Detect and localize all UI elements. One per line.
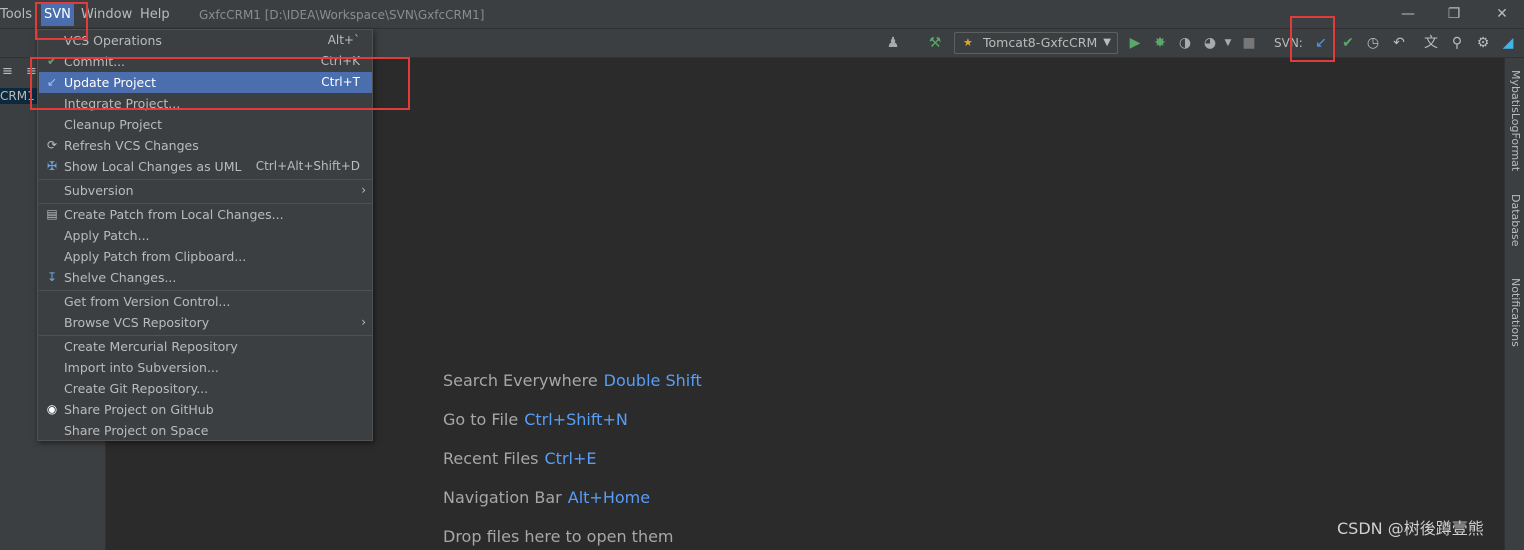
tomcat-icon: ★ [963, 36, 973, 49]
hint-search-everywhere: Search Everywhere Double Shift [443, 371, 702, 390]
run-config-select[interactable]: ★ Tomcat8-GxfcCRM ▼ [954, 32, 1118, 54]
menu-item-show-local-changes-uml[interactable]: ✠ Show Local Changes as UML Ctrl+Alt+Shif… [39, 156, 372, 177]
database-tab[interactable]: Database [1509, 194, 1522, 247]
run-config-label: Tomcat8-GxfcCRM [983, 35, 1098, 50]
more-run-chevron-icon[interactable]: ▼ [1219, 34, 1237, 52]
watermark: CSDN @树後蹲壹熊 [1337, 519, 1484, 538]
coverage-icon[interactable]: ◑ [1176, 34, 1194, 52]
menu-item-get-from-vcs[interactable]: Get from Version Control... [39, 291, 372, 312]
maximize-icon[interactable]: ❐ [1444, 4, 1464, 24]
run-icon[interactable]: ▶ [1126, 34, 1144, 52]
menu-tools[interactable]: Tools [0, 6, 32, 24]
profile-icon[interactable]: ◕ [1201, 34, 1219, 52]
hint-shortcut: Alt+Home [567, 488, 651, 507]
svn-commit-icon[interactable]: ✔ [1339, 34, 1357, 52]
menu-item-import-subversion[interactable]: Import into Subversion... [39, 357, 372, 378]
right-tool-strip: MybatisLogFormat Database Notifications [1504, 58, 1524, 550]
stop-icon[interactable]: ■ [1240, 34, 1258, 52]
notifications-tab[interactable]: Notifications [1509, 278, 1522, 347]
uml-diagram-icon: ✠ [46, 159, 58, 173]
menu-item-share-space[interactable]: Share Project on Space [39, 420, 372, 441]
search-icon[interactable]: ⚲ [1448, 34, 1466, 52]
hint-navigation-bar: Navigation Bar Alt+Home [443, 488, 651, 507]
minimize-icon[interactable]: — [1398, 4, 1418, 24]
menu-help[interactable]: Help [140, 6, 170, 24]
build-hammer-icon[interactable]: ⚒ [926, 34, 944, 52]
hint-drop-files: Drop files here to open them [443, 527, 674, 546]
hint-shortcut: Ctrl+Shift+N [524, 410, 628, 429]
history-icon[interactable]: ◷ [1364, 34, 1382, 52]
debug-icon[interactable]: ✸ [1151, 34, 1169, 52]
menu-item-subversion[interactable]: Subversion › [39, 180, 372, 201]
menu-item-shelve-changes[interactable]: ↧ Shelve Changes... [39, 267, 372, 288]
window-title: GxfcCRM1 [D:\IDEA\Workspace\SVN\GxfcCRM1… [199, 8, 485, 22]
chevron-right-icon: › [361, 183, 366, 197]
translate-icon[interactable]: 文 [1422, 34, 1440, 52]
rollback-icon[interactable]: ↶ [1390, 34, 1408, 52]
menu-item-create-git[interactable]: Create Git Repository... [39, 378, 372, 399]
hint-go-to-file: Go to File Ctrl+Shift+N [443, 410, 628, 429]
collapse-all-icon[interactable]: ≡ [2, 64, 13, 79]
gear-icon[interactable]: ⚙ [1474, 34, 1492, 52]
shelve-icon: ↧ [46, 270, 58, 284]
hint-shortcut: Double Shift [603, 371, 702, 390]
menu-item-create-patch[interactable]: ▤ Create Patch from Local Changes... [39, 204, 372, 225]
chevron-right-icon: › [361, 315, 366, 329]
annotation-box-svn-update-button [1290, 16, 1335, 62]
chevron-down-icon: ▼ [1103, 37, 1111, 48]
menu-item-apply-patch[interactable]: Apply Patch... [39, 225, 372, 246]
menu-item-cleanup-project[interactable]: Cleanup Project [39, 114, 372, 135]
refresh-icon: ⟳ [46, 138, 58, 152]
close-icon[interactable]: ✕ [1492, 4, 1512, 24]
hint-shortcut: Ctrl+E [544, 449, 597, 468]
mybatis-log-tab[interactable]: MybatisLogFormat [1509, 70, 1522, 171]
patch-file-icon: ▤ [46, 207, 58, 221]
menu-item-create-mercurial[interactable]: Create Mercurial Repository [39, 336, 372, 357]
github-icon: ◉ [46, 402, 58, 416]
hint-recent-files: Recent Files Ctrl+E [443, 449, 597, 468]
menu-item-refresh-vcs[interactable]: ⟳ Refresh VCS Changes [39, 135, 372, 156]
annotation-box-svn-menu [35, 2, 88, 40]
menu-item-vcs-operations[interactable]: VCS Operations Alt+` [39, 30, 372, 51]
user-icon[interactable]: ♟ [884, 34, 902, 52]
annotation-box-update-project [30, 57, 410, 110]
menu-item-share-github[interactable]: ◉ Share Project on GitHub [39, 399, 372, 420]
menu-window[interactable]: Window [81, 6, 132, 24]
menu-item-browse-vcs-repo[interactable]: Browse VCS Repository › [39, 312, 372, 333]
menu-item-apply-patch-clipboard[interactable]: Apply Patch from Clipboard... [39, 246, 372, 267]
plugin-logo-icon[interactable]: ◢ [1499, 34, 1517, 52]
